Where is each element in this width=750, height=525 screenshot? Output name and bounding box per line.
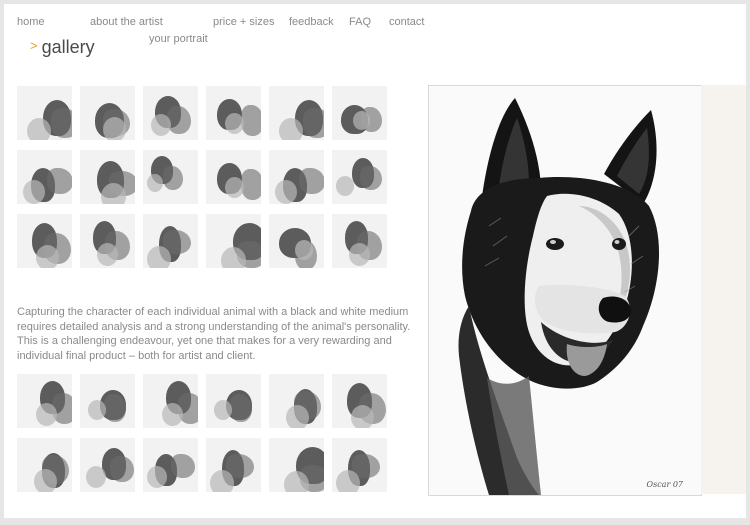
horse-head-icon xyxy=(206,438,261,492)
gallery-thumbnail-horse-head[interactable] xyxy=(17,374,72,428)
page: home about the artist your portrait pric… xyxy=(4,4,746,518)
nav-about-link[interactable]: about the artist xyxy=(90,16,163,28)
horse-bridle-icon xyxy=(143,374,198,428)
gallery-thumbnail-horse-bridle[interactable] xyxy=(143,374,198,428)
horse-legs-icon xyxy=(269,214,324,268)
dogs-icon xyxy=(206,86,261,140)
nav-faq-link[interactable]: FAQ xyxy=(349,16,371,28)
gallery-thumbnail-horse-head[interactable] xyxy=(143,86,198,140)
gallery-thumbnail-horse-legs[interactable] xyxy=(269,214,324,268)
horse-bridle-icon xyxy=(332,86,387,140)
horse-head-icon xyxy=(143,86,198,140)
nav-contact-link[interactable]: contact xyxy=(389,16,424,28)
horse-legs-icon xyxy=(269,86,324,140)
gallery-thumbnail-horse-head[interactable] xyxy=(80,86,135,140)
gallery-thumbnail-horse-legs[interactable] xyxy=(269,86,324,140)
horse-head-icon xyxy=(206,150,261,204)
gallery-thumbnail-horse-bridle[interactable] xyxy=(206,374,261,428)
gallery-thumbnail-horse-head[interactable] xyxy=(80,374,135,428)
dog-head-icon xyxy=(269,374,324,428)
featured-artwork[interactable]: Oscar 07 xyxy=(428,85,702,496)
horse-head-icon xyxy=(80,374,135,428)
side-panel xyxy=(701,85,746,494)
gallery-thumbnail-horses[interactable] xyxy=(17,86,72,140)
gallery-thumbnail-horse-head[interactable] xyxy=(206,150,261,204)
gallery-thumbnail-puppy[interactable] xyxy=(332,150,387,204)
nav-feedback-link[interactable]: feedback xyxy=(289,16,334,28)
gallery-thumbnail-dog-head[interactable] xyxy=(206,214,261,268)
thumbnail-grid-bottom xyxy=(17,374,387,492)
nav-price-link[interactable]: price + sizes xyxy=(213,16,274,28)
horse-bridle-icon xyxy=(332,438,387,492)
gallery-thumbnail-horse-bridle[interactable] xyxy=(269,150,324,204)
gallery-thumbnail-horse-bridle[interactable] xyxy=(332,86,387,140)
gallery-thumbnail-horse-rider[interactable] xyxy=(143,438,198,492)
nav-portrait-link[interactable]: your portrait xyxy=(149,33,208,45)
horse-rider-icon xyxy=(143,438,198,492)
horse-head-icon xyxy=(80,438,135,492)
artist-signature: Oscar 07 xyxy=(646,480,683,489)
featured-dog-drawing xyxy=(429,86,701,495)
dog-head-icon xyxy=(17,150,72,204)
gallery-thumbnail-dog-head[interactable] xyxy=(143,150,198,204)
horses-icon xyxy=(17,86,72,140)
gallery-thumbnail-horse-legs[interactable] xyxy=(143,214,198,268)
horse-bridle-icon xyxy=(332,214,387,268)
horse-legs-icon xyxy=(143,214,198,268)
gallery-thumbnail-horse-bridle[interactable] xyxy=(332,214,387,268)
dog-head-icon xyxy=(269,438,324,492)
horse-head-icon xyxy=(17,374,72,428)
page-title-text: gallery xyxy=(41,37,95,57)
puppy-icon xyxy=(332,150,387,204)
horse-bridle-icon xyxy=(269,150,324,204)
gallery-thumbnail-dog-head[interactable] xyxy=(269,374,324,428)
dog-lying-icon xyxy=(332,374,387,428)
gallery-description: Capturing the character of each individu… xyxy=(17,306,411,362)
nav-home-link[interactable]: home xyxy=(17,16,45,28)
horse-rider-icon xyxy=(17,214,72,268)
dog-head-icon xyxy=(206,214,261,268)
thumbnail-grid-top xyxy=(17,86,387,268)
gallery-thumbnail-dog-head[interactable] xyxy=(17,150,72,204)
gallery-thumbnail-horse-head[interactable] xyxy=(80,150,135,204)
dog-head-icon xyxy=(80,214,135,268)
gallery-thumbnail-dog-lying[interactable] xyxy=(332,374,387,428)
title-arrow-icon: > xyxy=(30,38,38,53)
gallery-thumbnail-horse-head[interactable] xyxy=(206,438,261,492)
horse-head-icon xyxy=(80,150,135,204)
gallery-thumbnail-dogs[interactable] xyxy=(206,86,261,140)
gallery-thumbnail-horse-rider[interactable] xyxy=(17,214,72,268)
gallery-thumbnail-horse-head[interactable] xyxy=(80,438,135,492)
gallery-thumbnail-horse-bridle[interactable] xyxy=(332,438,387,492)
gallery-thumbnail-dog-head[interactable] xyxy=(80,214,135,268)
horse-head-icon xyxy=(80,86,135,140)
dog-head-icon xyxy=(143,150,198,204)
horse-bridle-icon xyxy=(206,374,261,428)
gallery-thumbnail-horse-legs[interactable] xyxy=(17,438,72,492)
gallery-thumbnail-dog-head[interactable] xyxy=(269,438,324,492)
horse-legs-icon xyxy=(17,438,72,492)
page-title: > gallery xyxy=(30,37,95,58)
